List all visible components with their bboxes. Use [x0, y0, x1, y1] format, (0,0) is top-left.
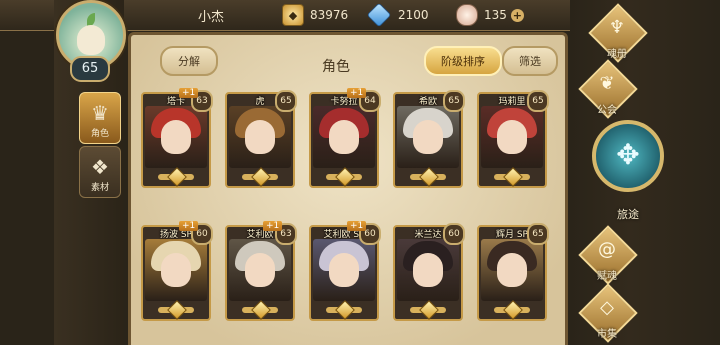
hero-level-badge: 65 — [443, 90, 465, 112]
market-button[interactable]: ◇ 市集 — [576, 283, 638, 344]
hero-portrait — [313, 106, 375, 168]
crystal-icon — [366, 2, 392, 28]
rank-crest-icon — [242, 167, 278, 188]
hero-card[interactable]: 虎 65 — [225, 90, 297, 188]
hero-portrait — [397, 239, 459, 301]
gold-value: 83976 — [310, 8, 349, 22]
hero-card[interactable]: 塔卡 63 +1 — [141, 88, 213, 188]
gold-counter: ◆ 83976 — [282, 4, 349, 26]
book-icon: ♆ — [608, 17, 626, 38]
crest-gem — [503, 300, 523, 320]
hero-upgrade-badge: +1 — [179, 221, 199, 231]
crystal-counter: 2100 — [366, 2, 429, 28]
tab-role-label: 角色 — [90, 129, 109, 139]
hero-card[interactable]: 扬波 SP 60 +1 — [141, 221, 213, 321]
hero-face — [413, 253, 443, 287]
hero-card[interactable]: 艾利欧 SP 60 +1 — [309, 221, 381, 321]
hero-face — [245, 253, 275, 287]
hero-portrait — [229, 106, 291, 168]
crest-gem — [167, 167, 187, 187]
hero-portrait — [145, 239, 207, 301]
hero-card[interactable]: 卡努拉 64 +1 — [309, 88, 381, 188]
hero-face — [245, 120, 275, 154]
guild-button[interactable]: ❦ 公会 — [576, 59, 638, 120]
rank-crest-icon — [158, 167, 194, 188]
hero-face — [329, 253, 359, 287]
market-icon: ◇ — [600, 297, 614, 318]
journey-button[interactable]: ✥ 旅途 — [590, 120, 666, 224]
material-icon: ❖ — [91, 155, 109, 179]
crest-gem — [419, 167, 439, 187]
hero-card[interactable]: 米兰达 60 — [393, 223, 465, 321]
filter-button[interactable]: 筛选 — [502, 46, 558, 76]
rank-crest-icon — [410, 300, 446, 321]
hero-face — [161, 253, 191, 287]
journey-ring: ✥ — [592, 120, 664, 192]
soul-book-label: 魂册 — [607, 49, 627, 60]
hero-face — [497, 253, 527, 287]
hero-level-badge: 60 — [443, 223, 465, 245]
decompose-button[interactable]: 分解 — [160, 46, 218, 76]
hero-face — [329, 120, 359, 154]
spiral-icon: @ — [598, 239, 616, 260]
rank-crest-icon — [326, 167, 362, 188]
tab-role[interactable]: ♛ 角色 — [79, 92, 121, 144]
crest-gem — [419, 300, 439, 320]
crest-gem — [251, 300, 271, 320]
hero-upgrade-badge: +1 — [263, 221, 283, 231]
hero-face — [413, 120, 443, 154]
shell-counter: 135 + — [456, 4, 524, 26]
role-icon: ♛ — [91, 101, 109, 125]
crest-gem — [251, 167, 271, 187]
hero-card[interactable]: 玛莉里 65 — [477, 90, 549, 188]
market-label: 市集 — [597, 329, 617, 340]
hero-face — [161, 120, 191, 154]
hero-portrait — [397, 106, 459, 168]
rank-crest-icon — [158, 300, 194, 321]
rank-crest-icon — [326, 300, 362, 321]
crest-gem — [503, 167, 523, 187]
tab-material-label: 素材 — [90, 183, 109, 193]
hero-portrait — [313, 239, 375, 301]
crystal-value: 2100 — [398, 8, 429, 22]
hero-level-badge: 65 — [275, 90, 297, 112]
hero-portrait — [481, 106, 543, 168]
hero-upgrade-badge: +1 — [347, 88, 367, 98]
hero-upgrade-badge: +1 — [179, 88, 199, 98]
crest-gem — [335, 167, 355, 187]
grant-soul-button[interactable]: @ 赋魂 — [576, 225, 638, 286]
add-shell-button[interactable]: + — [510, 8, 524, 22]
hero-card[interactable]: 辉月 SP 65 — [477, 223, 549, 321]
rank-crest-icon — [410, 167, 446, 188]
player-level-badge: 65 — [70, 56, 110, 82]
journey-emblem-icon: ✥ — [616, 138, 640, 171]
rank-crest-icon — [494, 167, 530, 188]
page-title: 角色 — [322, 59, 350, 75]
journey-label: 旅途 — [617, 208, 639, 221]
tab-material[interactable]: ❖ 素材 — [79, 146, 121, 198]
shell-icon — [456, 4, 478, 26]
hero-upgrade-badge: +1 — [347, 221, 367, 231]
sort-by-rank-button[interactable]: 阶级排序 — [424, 46, 502, 76]
crest-gem — [335, 300, 355, 320]
rank-crest-icon — [494, 300, 530, 321]
gold-coin-icon: ◆ — [282, 4, 304, 26]
hero-card[interactable]: 艾利欧 63 +1 — [225, 221, 297, 321]
hero-portrait — [145, 106, 207, 168]
hero-face — [497, 120, 527, 154]
guild-label: 公会 — [597, 105, 617, 116]
soul-book-button[interactable]: ♆ 魂册 — [586, 3, 648, 64]
guild-icon: ❦ — [599, 73, 615, 94]
avatar-face — [77, 25, 105, 55]
hero-portrait — [229, 239, 291, 301]
hero-card[interactable]: 希欧 65 — [393, 90, 465, 188]
rank-crest-icon — [242, 300, 278, 321]
grant-soul-label: 赋魂 — [597, 271, 617, 282]
shell-value: 135 — [484, 8, 507, 22]
hero-level-badge: 65 — [527, 223, 549, 245]
player-name: 小杰 — [198, 10, 225, 25]
hero-level-badge: 65 — [527, 90, 549, 112]
hero-portrait — [481, 239, 543, 301]
crest-gem — [167, 300, 187, 320]
